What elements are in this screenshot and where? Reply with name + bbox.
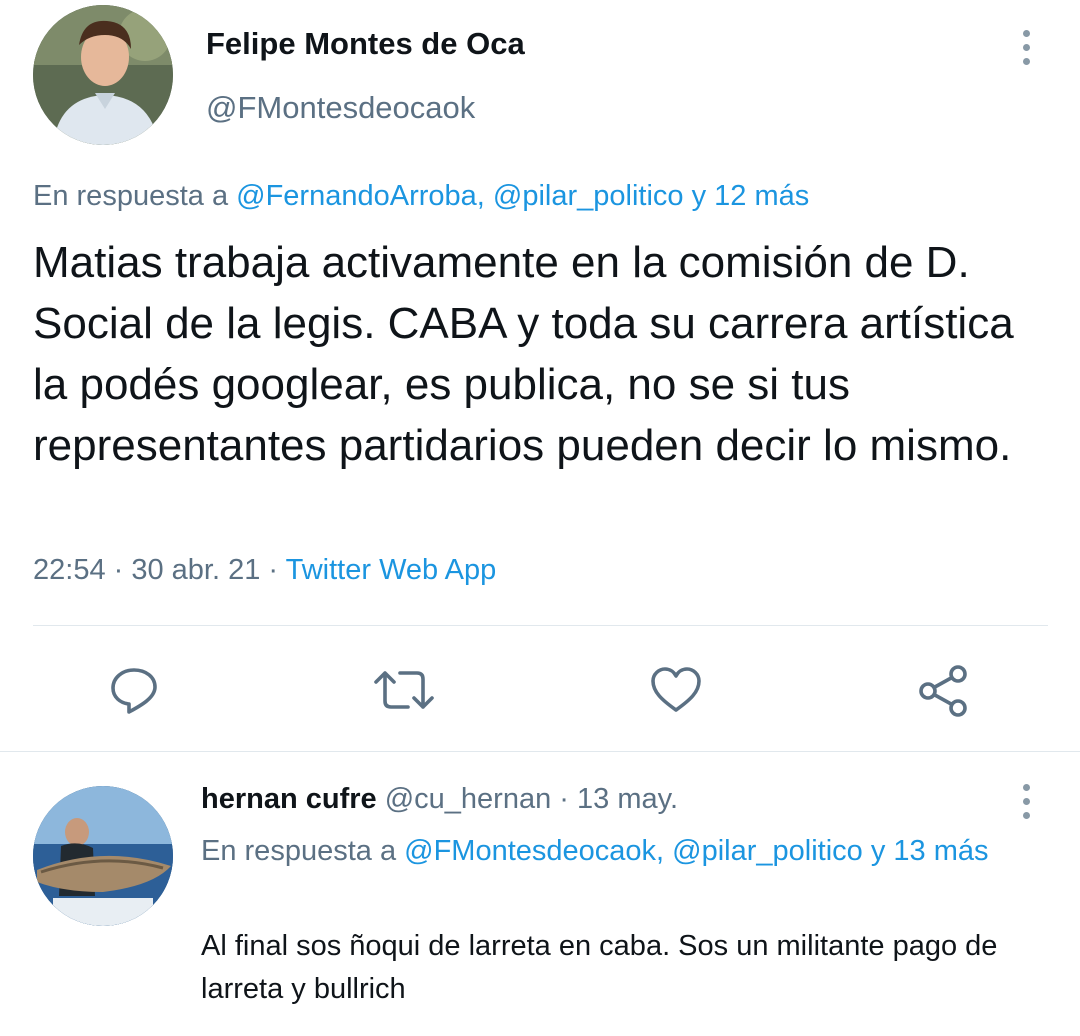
author-handle[interactable]: @FMontesdeocaok	[206, 90, 475, 126]
meta-separator: ·	[105, 554, 132, 586]
reply-more-options-icon[interactable]	[1016, 784, 1036, 819]
like-button[interactable]	[650, 664, 702, 716]
reply-author-avatar[interactable]	[33, 786, 173, 926]
tweet-date: 30 abr. 21	[131, 554, 261, 586]
reply-text: Al final sos ñoqui de larreta en caba. S…	[201, 930, 998, 1005]
more-options-icon[interactable]	[1016, 30, 1036, 65]
avatar-photo	[33, 5, 173, 145]
reply-icon	[111, 668, 157, 714]
reply-author-name[interactable]: hernan cufre	[201, 783, 377, 815]
reply-to-prefix: En respuesta a	[33, 180, 237, 212]
reply-button[interactable]	[108, 664, 160, 716]
share-icon	[919, 665, 967, 717]
share-button[interactable]	[917, 664, 971, 718]
meta-separator: ·	[260, 554, 286, 586]
tweet-text: Matias trabaja activamente en la comisió…	[33, 238, 1014, 470]
reply-to-mentions[interactable]: @FernandoArroba, @pilar_politico y 12 má…	[236, 180, 809, 212]
reply-date[interactable]: 13 may.	[577, 783, 678, 815]
reply-to-prefix-2: En respuesta a	[201, 835, 405, 867]
actions-divider	[33, 625, 1048, 626]
retweet-button[interactable]	[372, 664, 436, 716]
author-name[interactable]: Felipe Montes de Oca	[206, 26, 525, 62]
tweet-source[interactable]: Twitter Web App	[286, 554, 497, 586]
reply-separator: ·	[551, 783, 578, 815]
reply-avatar-photo	[33, 786, 173, 926]
reply-author-handle[interactable]: @cu_hernan	[385, 783, 552, 815]
retweet-icon	[374, 671, 434, 709]
reply-to-line-2: En respuesta a @FMontesdeocaok, @pilar_p…	[201, 830, 1051, 873]
like-icon	[651, 667, 701, 712]
author-avatar[interactable]	[33, 5, 173, 145]
tweet-meta: 22:54 · 30 abr. 21 · Twitter Web App	[33, 554, 496, 587]
reply-to-mentions-2[interactable]: @FMontesdeocaok, @pilar_politico y 13 má…	[404, 835, 988, 867]
reply-header: hernan cufre @cu_hernan · 13 may.	[201, 783, 678, 816]
section-divider	[0, 751, 1080, 752]
reply-to-line: En respuesta a @FernandoArroba, @pilar_p…	[33, 180, 809, 213]
tweet-time: 22:54	[33, 554, 106, 586]
